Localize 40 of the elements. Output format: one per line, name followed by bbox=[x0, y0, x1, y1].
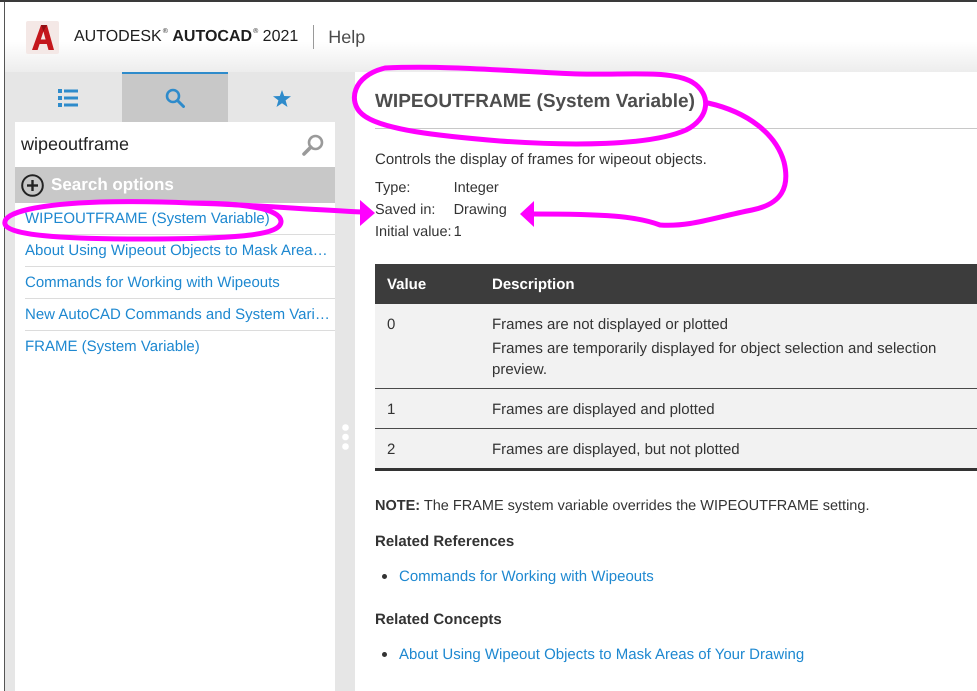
star-icon bbox=[272, 90, 291, 106]
cell-text: Frames are not displayed or plotted bbox=[492, 315, 729, 335]
property-label: Type: bbox=[375, 179, 412, 198]
search-tab[interactable] bbox=[122, 72, 228, 122]
result-link[interactable]: About Using Wipeout Objects to Mask Area… bbox=[25, 235, 335, 267]
section-heading: Related Concepts bbox=[375, 610, 503, 630]
list-icon bbox=[58, 89, 78, 107]
search-field[interactable]: wipeoutframe bbox=[15, 122, 291, 167]
result-link[interactable]: New AutoCAD Commands and System Vari… bbox=[25, 299, 335, 331]
note-text: NOTE: The FRAME system variable overrides the WIPEOUTFRAME setting. bbox=[375, 497, 870, 516]
section-heading: Related References bbox=[375, 532, 516, 552]
property-label: Saved in: bbox=[375, 201, 436, 220]
article-title: WIPEOUTFRAME (System Variable) bbox=[375, 90, 696, 114]
result-link[interactable]: FRAME (System Variable) bbox=[25, 331, 335, 363]
cell-text: Frames are temporarily displayed for object selection and selection preview. bbox=[492, 339, 938, 380]
reference-link[interactable]: About Using Wipeout Objects to Mask Areas of Your Drawing bbox=[399, 646, 804, 662]
drag-handle-icon[interactable] bbox=[342, 424, 348, 450]
search-button[interactable] bbox=[291, 122, 335, 167]
column-header: Value bbox=[375, 264, 480, 304]
property-label: Initial value: bbox=[375, 223, 452, 242]
property-value: 1 bbox=[454, 223, 462, 242]
cell-text: Frames are displayed, but not plotted bbox=[492, 440, 741, 460]
bullet-icon bbox=[382, 574, 387, 578]
property-value: Integer bbox=[454, 179, 499, 198]
search-icon bbox=[165, 88, 185, 108]
product-title: AUTODESK$^{®}$ AUTOCAD$^{®}$ 2021 bbox=[74, 28, 298, 46]
table-cell: 0 bbox=[375, 304, 480, 388]
article-description: Controls the display of frames for wipeout objects. bbox=[375, 150, 708, 170]
section-title: Help bbox=[328, 26, 366, 48]
reference-link[interactable]: Commands for Working with Wipeouts bbox=[399, 568, 654, 584]
table-cell: 1 bbox=[375, 388, 480, 428]
cell-text: Frames are displayed and plotted bbox=[492, 400, 716, 420]
table-cell: 2 bbox=[375, 428, 480, 470]
result-link[interactable]: Commands for Working with Wipeouts bbox=[25, 267, 335, 299]
bullet-icon bbox=[382, 652, 387, 656]
column-header: Description bbox=[480, 264, 977, 304]
result-link[interactable]: WIPEOUTFRAME (System Variable) bbox=[25, 203, 335, 235]
property-value: Drawing bbox=[454, 201, 507, 220]
logo-icon bbox=[26, 20, 59, 54]
search-icon bbox=[302, 134, 324, 156]
